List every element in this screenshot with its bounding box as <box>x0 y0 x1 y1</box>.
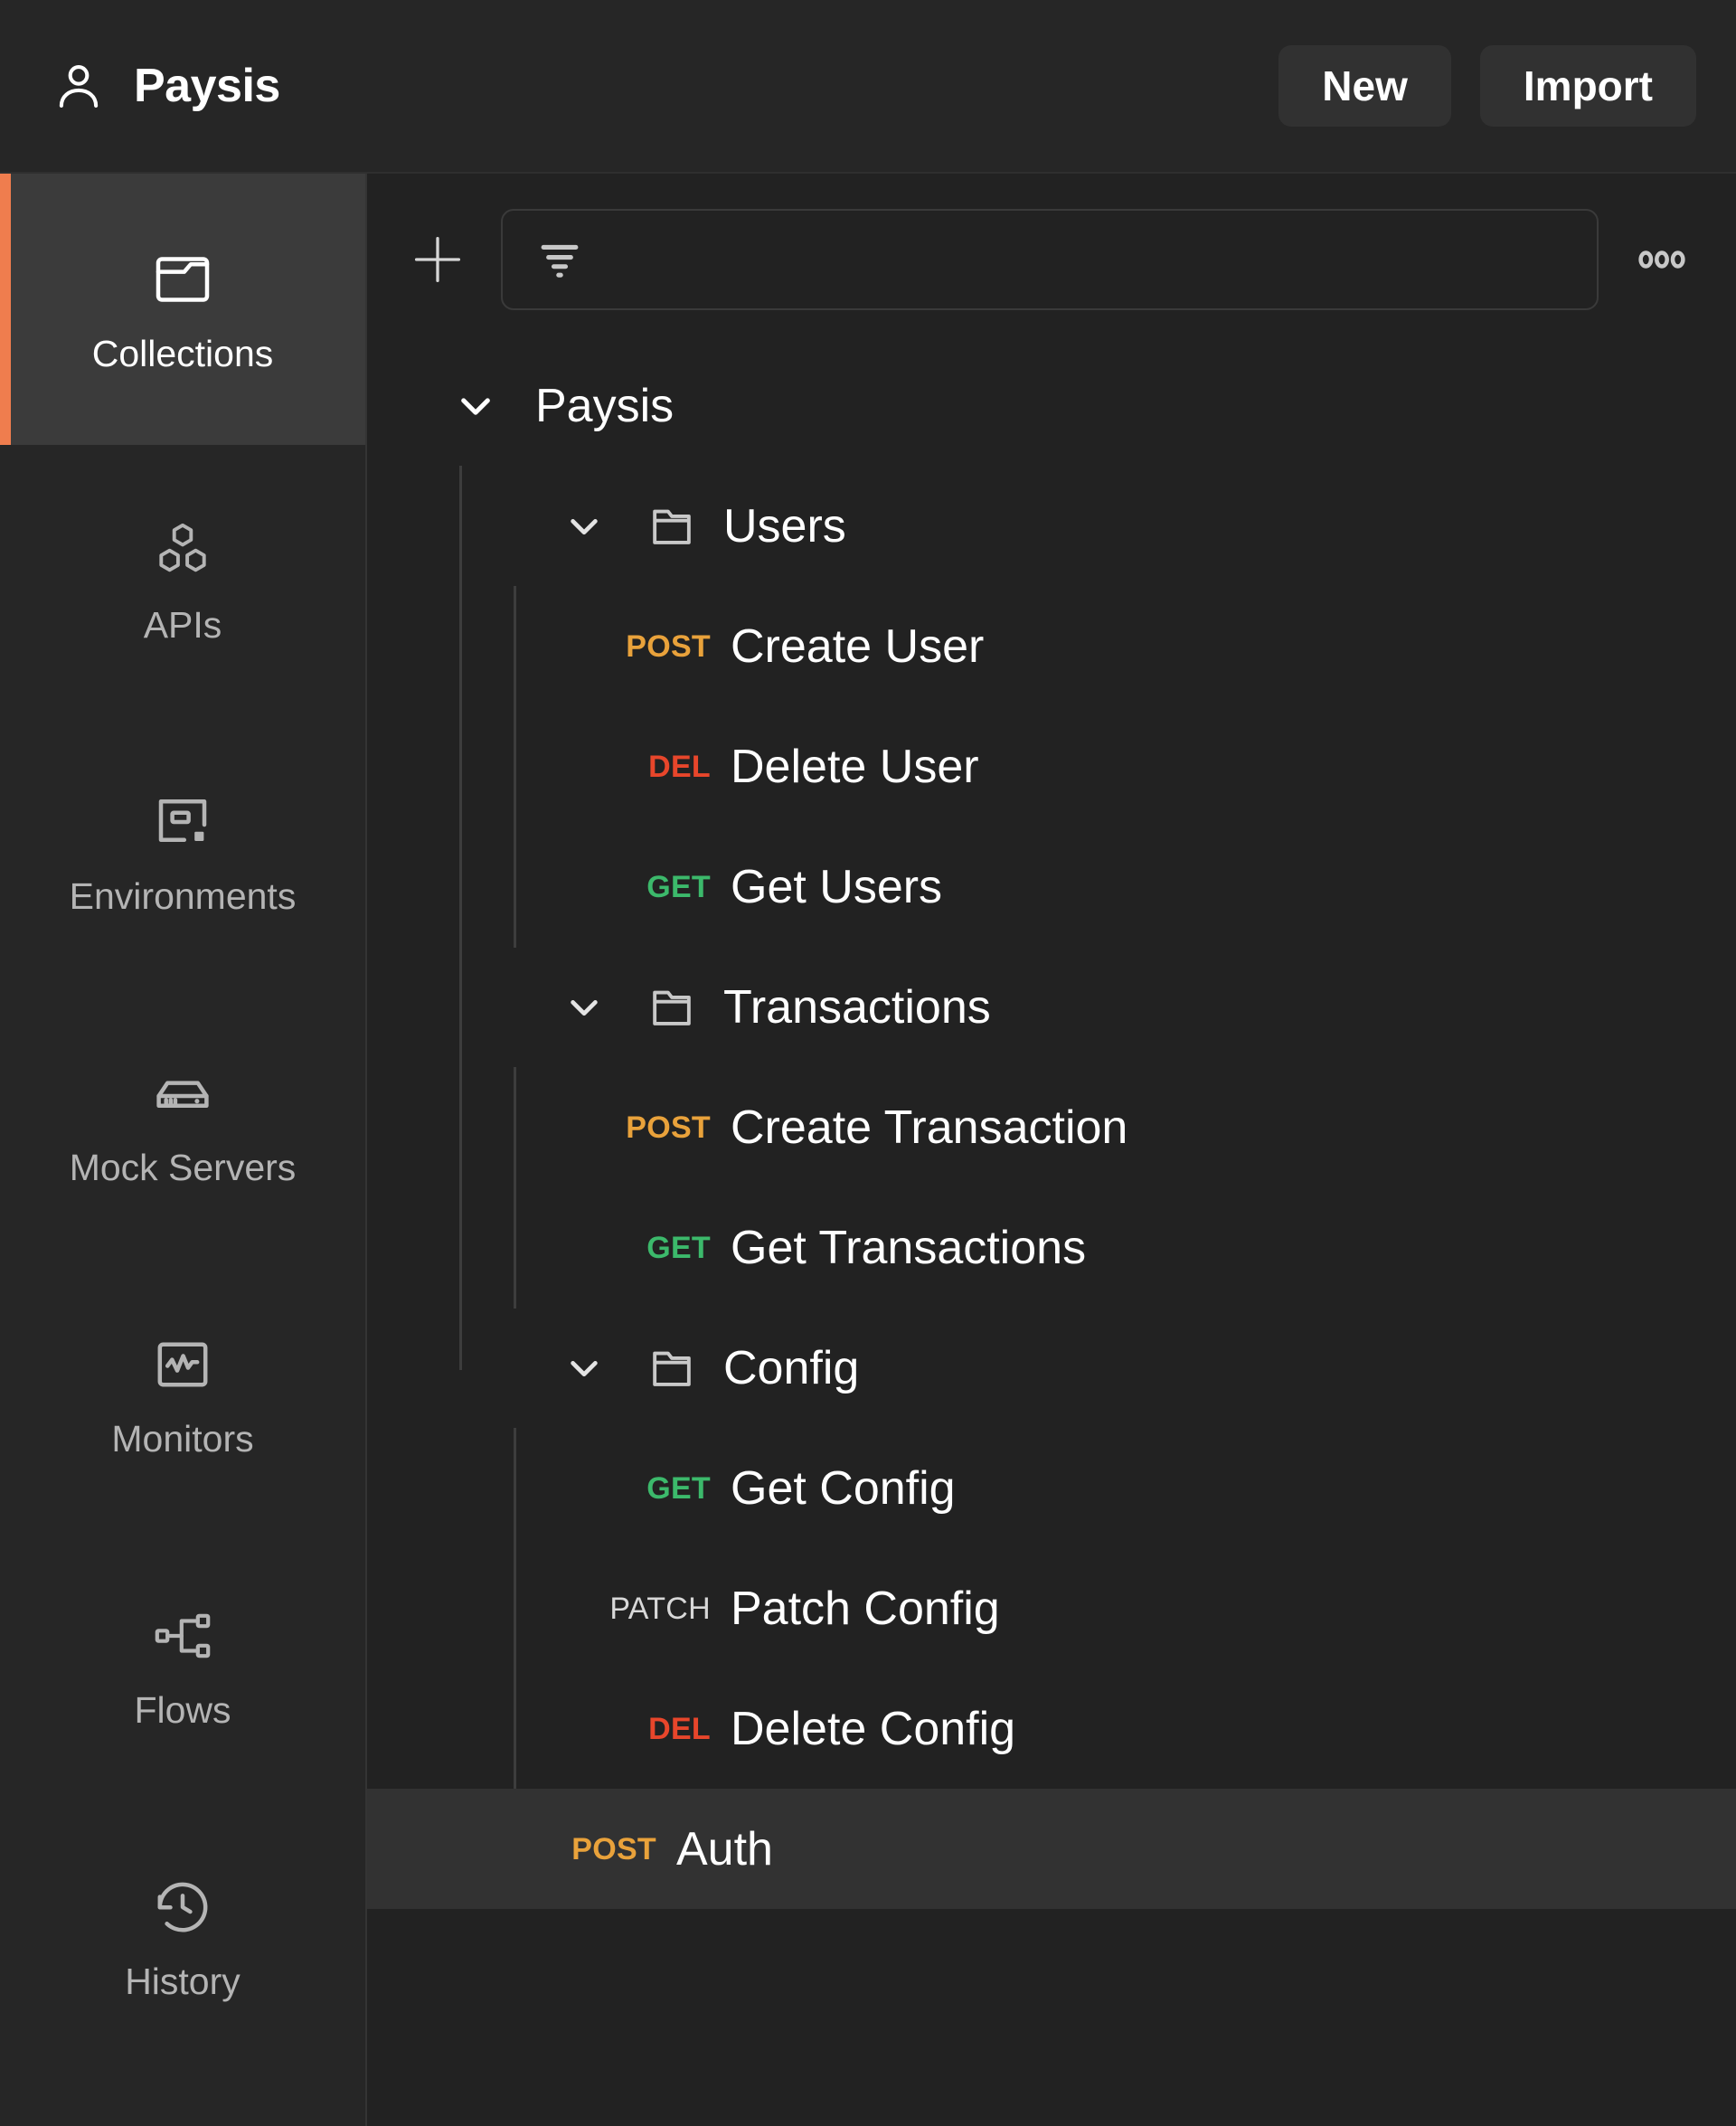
environments-icon <box>150 789 215 855</box>
app-body: Collections APIs <box>0 174 1736 2126</box>
collections-panel: Paysis <box>367 174 1736 2126</box>
sidebar-item-label: Environments <box>70 878 297 915</box>
sidebar-item-label: APIs <box>144 607 222 644</box>
sidebar-item-label: History <box>125 1963 241 2000</box>
tree-request-create-user[interactable]: POST Create User <box>367 586 1736 706</box>
mock-servers-icon <box>150 1061 215 1126</box>
new-button[interactable]: New <box>1278 45 1451 127</box>
request-method: POST <box>559 631 731 662</box>
request-name: Create User <box>731 623 984 670</box>
sidebar-item-monitors[interactable]: Monitors <box>0 1259 365 1530</box>
sidebar-item-label: Mock Servers <box>70 1149 297 1186</box>
tree-folder-transactions[interactable]: Transactions <box>367 947 1736 1067</box>
workspace-brand[interactable]: Paysis <box>51 58 280 114</box>
collections-toolbar <box>367 174 1736 345</box>
request-method: GET <box>559 1473 731 1504</box>
request-method: POST <box>505 1834 676 1865</box>
request-name: Delete User <box>731 743 979 790</box>
workspace-title: Paysis <box>134 59 280 113</box>
folder-icon <box>644 498 700 554</box>
request-method: DEL <box>559 1714 731 1744</box>
flows-icon <box>150 1603 215 1668</box>
request-name: Get Config <box>731 1465 956 1512</box>
chevron-down-icon[interactable] <box>555 1339 613 1397</box>
filter-field[interactable] <box>501 209 1599 310</box>
sidebar-item-apis[interactable]: APIs <box>0 445 365 716</box>
folder-name: Config <box>723 1345 859 1392</box>
chevron-down-icon[interactable] <box>555 978 613 1036</box>
tree-folder-group-config: Config GET Get Config PATCH Patch Config… <box>367 1308 1736 1789</box>
primary-sidebar: Collections APIs <box>0 174 367 2126</box>
plus-icon <box>405 227 470 292</box>
tree-request-patch-config[interactable]: PATCH Patch Config <box>367 1548 1736 1668</box>
tree-request-get-config[interactable]: GET Get Config <box>367 1428 1736 1548</box>
request-method: POST <box>559 1112 731 1143</box>
collections-more-button[interactable] <box>1624 222 1700 298</box>
history-icon <box>150 1875 215 1940</box>
tree-request-get-transactions[interactable]: GET Get Transactions <box>367 1187 1736 1308</box>
request-name: Delete Config <box>731 1706 1015 1753</box>
tree-request-delete-config[interactable]: DEL Delete Config <box>367 1668 1736 1789</box>
header-actions: New Import <box>1278 45 1696 127</box>
add-collection-button[interactable] <box>400 222 476 298</box>
folder-icon <box>644 1340 700 1396</box>
tree-collection-paysis[interactable]: Paysis <box>367 345 1736 466</box>
user-icon <box>51 58 107 114</box>
tree-request-auth[interactable]: POST Auth <box>367 1789 1736 1909</box>
app-window: Paysis New Import Collections <box>0 0 1736 2126</box>
sidebar-item-collections[interactable]: Collections <box>0 174 365 445</box>
tree-folder-group-transactions: Transactions POST Create Transaction GET… <box>367 947 1736 1308</box>
import-button[interactable]: Import <box>1480 45 1696 127</box>
sidebar-item-history[interactable]: History <box>0 1801 365 2073</box>
request-name: Auth <box>676 1826 773 1873</box>
tree-request-get-users[interactable]: GET Get Users <box>367 827 1736 947</box>
sidebar-item-label: Flows <box>134 1692 231 1729</box>
folder-name: Transactions <box>723 984 991 1031</box>
collections-icon <box>150 247 215 312</box>
request-name: Get Users <box>731 864 942 911</box>
app-header: Paysis New Import <box>0 0 1736 174</box>
request-method: GET <box>559 1233 731 1263</box>
sidebar-item-environments[interactable]: Environments <box>0 716 365 987</box>
request-method: DEL <box>559 751 731 782</box>
sidebar-item-label: Collections <box>92 335 274 373</box>
more-horizontal-icon <box>1629 227 1694 292</box>
tree-folder-group-users: Users POST Create User DEL Delete User G… <box>367 466 1736 947</box>
tree-folder-users[interactable]: Users <box>367 466 1736 586</box>
folder-icon <box>644 979 700 1035</box>
sidebar-item-mock-servers[interactable]: Mock Servers <box>0 987 365 1259</box>
request-name: Get Transactions <box>731 1224 1086 1271</box>
request-name: Create Transaction <box>731 1104 1127 1151</box>
tree-request-delete-user[interactable]: DEL Delete User <box>367 706 1736 827</box>
request-name: Patch Config <box>731 1585 1000 1632</box>
collection-tree: Paysis <box>367 345 1736 2126</box>
sidebar-item-label: Monitors <box>111 1421 253 1458</box>
tree-request-create-transaction[interactable]: POST Create Transaction <box>367 1067 1736 1187</box>
request-method: GET <box>559 872 731 902</box>
filter-icon <box>533 233 586 286</box>
request-method: PATCH <box>559 1593 731 1624</box>
sidebar-item-flows[interactable]: Flows <box>0 1530 365 1801</box>
monitors-icon <box>150 1332 215 1397</box>
tree-folder-config[interactable]: Config <box>367 1308 1736 1428</box>
chevron-down-icon[interactable] <box>555 497 613 555</box>
apis-icon <box>150 518 215 583</box>
folder-name: Users <box>723 503 846 550</box>
collection-name: Paysis <box>535 383 674 430</box>
filter-input[interactable] <box>608 239 1566 281</box>
chevron-down-icon[interactable] <box>447 377 505 435</box>
